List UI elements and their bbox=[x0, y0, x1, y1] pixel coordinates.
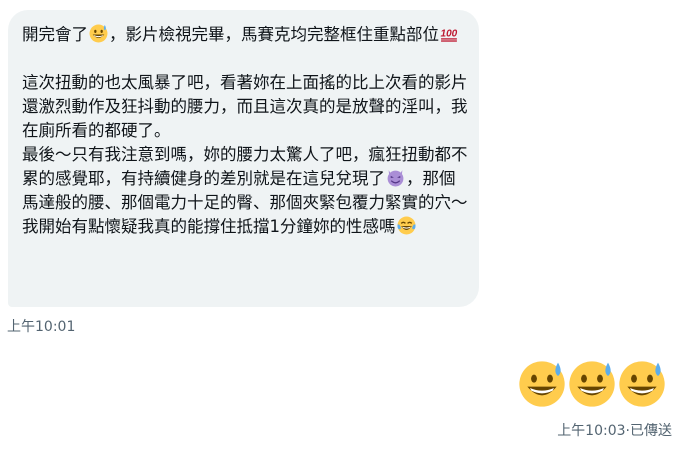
dm-conversation: 開完會了 ，影片檢視完畢，馬賽克均完整框住重點部位 100 這次扭動的也太風暴了吧，看… bbox=[0, 0, 680, 452]
outgoing-timestamp: 上午10:03 bbox=[557, 423, 626, 439]
message-text: ，影片檢視完畢，馬賽克均完整框住重點部位 bbox=[109, 25, 439, 44]
incoming-message-bubble[interactable]: 開完會了 ，影片檢視完畢，馬賽克均完整框住重點部位 100 這次扭動的也太風暴了吧，看… bbox=[8, 10, 479, 307]
message-text: 開完會了 bbox=[22, 25, 88, 44]
tears-of-joy-icon bbox=[396, 216, 416, 235]
message-paragraph: 開完會了 ，影片檢視完畢，馬賽克均完整框住重點部位 100 bbox=[22, 23, 471, 47]
grinning-sweat-emoji-icon bbox=[619, 361, 665, 407]
message-paragraph: 這次扭動的也太風暴了吧，看著妳在上面搖的比上次看的影片還激烈動作及狂抖動的腰力，… bbox=[22, 71, 471, 239]
grinning-sweat-emoji-icon bbox=[569, 361, 615, 407]
svg-text:100: 100 bbox=[441, 29, 458, 40]
delivery-status: 已傳送 bbox=[630, 423, 672, 439]
outgoing-meta: 上午10:03·已傳送 bbox=[557, 420, 672, 440]
smiling-devil-icon bbox=[387, 170, 404, 187]
grinning-sweat-emoji-icon bbox=[89, 24, 108, 43]
outgoing-emoji-message[interactable] bbox=[518, 360, 666, 408]
grinning-sweat-emoji-icon bbox=[519, 361, 565, 407]
incoming-timestamp: 上午10:01 bbox=[7, 319, 76, 335]
hundred-points-icon: 100 bbox=[441, 29, 458, 42]
